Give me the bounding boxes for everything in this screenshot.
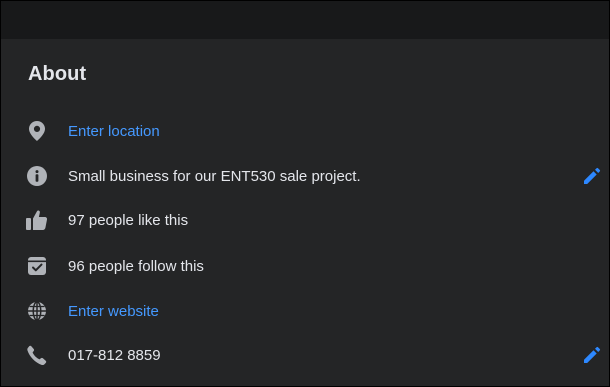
- likes-count: 97 people like this: [68, 211, 189, 229]
- about-row-description: Small business for our ENT530 sale proje…: [26, 163, 609, 189]
- info-icon: [26, 165, 48, 187]
- globe-icon: [26, 300, 48, 322]
- about-row-phone: 017-812 8859: [26, 342, 609, 368]
- phone-number: 017-812 8859: [68, 346, 161, 364]
- phone-icon: [26, 344, 48, 366]
- edit-description-button[interactable]: [579, 163, 605, 189]
- location-pin-icon: [26, 120, 48, 142]
- pencil-icon: [584, 167, 601, 184]
- edit-phone-button[interactable]: [579, 342, 605, 368]
- about-row-likes: 97 people like this: [26, 207, 609, 233]
- page-description: Small business for our ENT530 sale proje…: [68, 167, 361, 185]
- top-bar: [1, 1, 609, 39]
- about-panel: About Enter location Small business for …: [0, 0, 610, 387]
- follows-count: 96 people follow this: [68, 257, 204, 275]
- follow-check-icon: [26, 255, 48, 277]
- about-heading: About: [28, 63, 87, 85]
- about-row-location: Enter location: [26, 118, 609, 144]
- about-row-follows: 96 people follow this: [26, 253, 609, 279]
- enter-location-link[interactable]: Enter location: [68, 123, 160, 140]
- thumbs-up-icon: [26, 209, 48, 231]
- pencil-icon: [584, 346, 601, 363]
- about-row-website: Enter website: [26, 298, 609, 324]
- enter-website-link[interactable]: Enter website: [68, 303, 159, 320]
